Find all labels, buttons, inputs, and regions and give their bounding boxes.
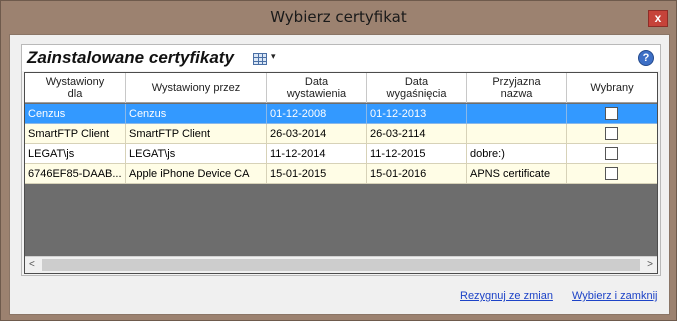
grid-view-icon[interactable]: [253, 53, 267, 65]
cell-friendly-name: dobre:): [467, 144, 567, 164]
window-title: Wybierz certyfikat: [270, 8, 407, 26]
cell-selected: [567, 124, 657, 144]
cell-friendly-name: [467, 124, 567, 144]
scroll-right-icon[interactable]: >: [647, 259, 653, 270]
cell-expiry-date: 26-03-2114: [367, 124, 467, 144]
close-button[interactable]: x: [648, 10, 668, 27]
select-and-close-link[interactable]: Wybierz i zamknij: [572, 290, 657, 302]
cell-issued-to: Cenzus: [25, 104, 126, 124]
cell-issue-date: 26-03-2014: [267, 124, 367, 144]
cell-issued-by: Apple iPhone Device CA: [126, 164, 267, 184]
cell-expiry-date: 11-12-2015: [367, 144, 467, 164]
table-row[interactable]: SmartFTP Client SmartFTP Client 26-03-20…: [25, 124, 657, 144]
cell-friendly-name: [467, 104, 567, 124]
chevron-down-icon[interactable]: ▾: [271, 51, 276, 62]
scrollbar-thumb[interactable]: [42, 259, 640, 271]
cell-issued-to: SmartFTP Client: [25, 124, 126, 144]
cell-friendly-name: APNS certificate: [467, 164, 567, 184]
cell-issue-date: 15-01-2015: [267, 164, 367, 184]
table-row[interactable]: 6746EF85-DAAB... Apple iPhone Device CA …: [25, 164, 657, 184]
selected-checkbox[interactable]: [605, 127, 618, 140]
column-header-issue-date[interactable]: Data wystawienia: [267, 73, 367, 103]
cell-expiry-date: 15-01-2016: [367, 164, 467, 184]
cell-selected: [567, 164, 657, 184]
column-header-friendly-name[interactable]: Przyjazna nazwa: [467, 73, 567, 103]
column-header-issued-to[interactable]: Wystawiony dla: [25, 73, 126, 103]
cell-issued-to: 6746EF85-DAAB...: [25, 164, 126, 184]
dialog-client-area: Zainstalowane certyfikaty ▾ ? Wystawiony…: [9, 34, 670, 315]
table-row[interactable]: Cenzus Cenzus 01-12-2008 01-12-2013: [25, 104, 657, 124]
column-header-issued-by[interactable]: Wystawiony przez: [126, 73, 267, 103]
certificates-panel: Zainstalowane certyfikaty ▾ ? Wystawiony…: [21, 44, 661, 276]
scroll-left-icon[interactable]: <: [29, 259, 35, 270]
title-bar[interactable]: Wybierz certyfikat x: [1, 1, 676, 35]
selected-checkbox[interactable]: [605, 147, 618, 160]
table-row[interactable]: LEGAT\js LEGAT\js 11-12-2014 11-12-2015 …: [25, 144, 657, 164]
cell-selected: [567, 144, 657, 164]
panel-header: Zainstalowane certyfikaty ▾ ?: [22, 45, 660, 71]
table-header: Wystawiony dla Wystawiony przez Data wys…: [25, 73, 657, 103]
help-icon[interactable]: ?: [638, 50, 654, 66]
column-header-selected[interactable]: Wybrany: [567, 73, 657, 103]
cell-expiry-date: 01-12-2013: [367, 104, 467, 124]
horizontal-scrollbar[interactable]: < >: [25, 256, 657, 273]
column-header-expiry-date[interactable]: Data wygaśnięcia: [367, 73, 467, 103]
cancel-changes-link[interactable]: Rezygnuj ze zmian: [460, 290, 553, 302]
certificates-table: Wystawiony dla Wystawiony przez Data wys…: [24, 72, 658, 274]
cell-issue-date: 11-12-2014: [267, 144, 367, 164]
cell-issue-date: 01-12-2008: [267, 104, 367, 124]
cell-issued-by: SmartFTP Client: [126, 124, 267, 144]
cell-issued-by: LEGAT\js: [126, 144, 267, 164]
cell-issued-by: Cenzus: [126, 104, 267, 124]
cell-issued-to: LEGAT\js: [25, 144, 126, 164]
cell-selected: [567, 104, 657, 124]
selected-checkbox[interactable]: [605, 107, 618, 120]
panel-title: Zainstalowane certyfikaty: [27, 48, 234, 67]
selected-checkbox[interactable]: [605, 167, 618, 180]
dialog-window: Wybierz certyfikat x Zainstalowane certy…: [0, 0, 677, 321]
